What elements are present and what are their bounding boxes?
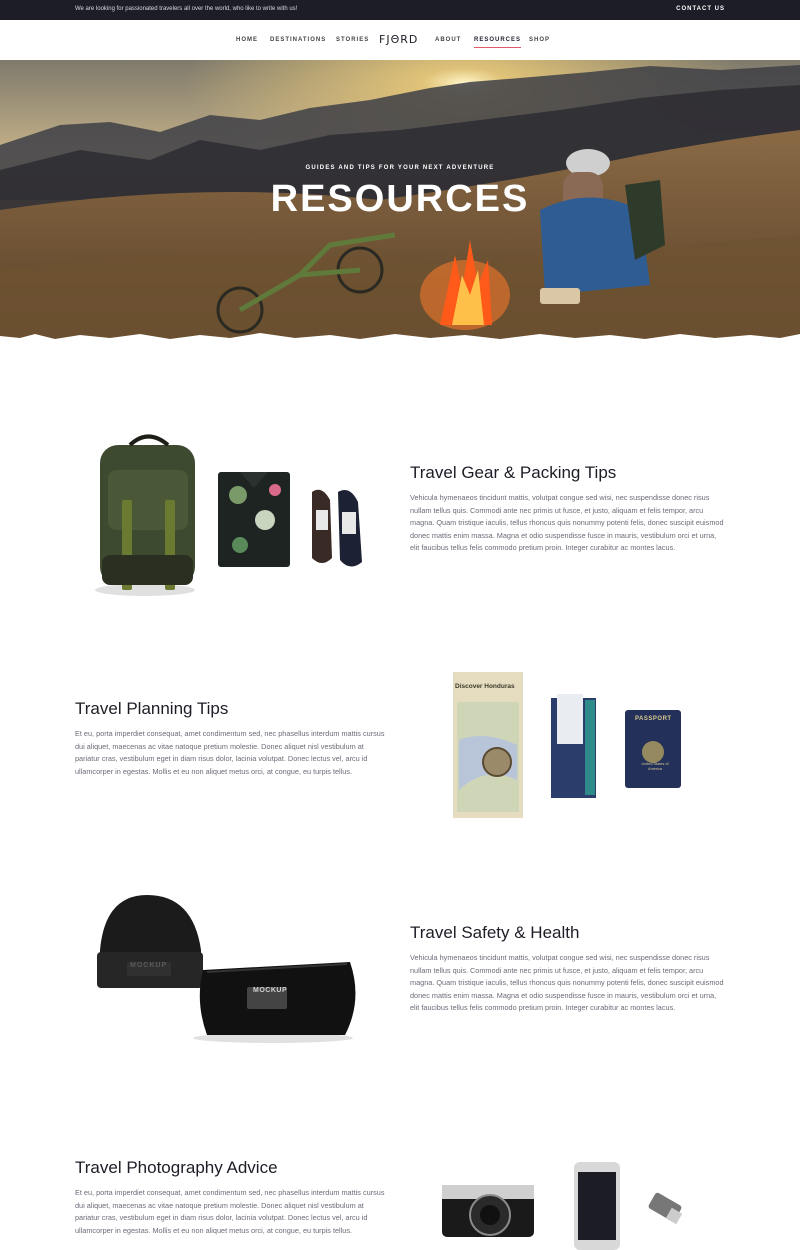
nav-item-shop[interactable]: SHOP bbox=[529, 37, 550, 43]
site-logo[interactable]: FJΘRD bbox=[379, 33, 418, 46]
top-announcement-bar: We are looking for passionated travelers… bbox=[0, 0, 800, 20]
beanie-brand-label: MOCKUP bbox=[130, 962, 168, 969]
nav-item-destinations[interactable]: DESTINATIONS bbox=[270, 37, 326, 43]
section-travel-gear: Travel Gear & Packing Tips Vehicula hyme… bbox=[0, 420, 800, 620]
packing-gear-illustration bbox=[95, 434, 362, 596]
camera-phone-usb-illustration bbox=[442, 1162, 683, 1250]
nav-item-home[interactable]: HOME bbox=[236, 37, 258, 43]
section-title: Travel Safety & Health bbox=[410, 923, 580, 942]
passport-country-label: United States of America bbox=[641, 762, 669, 771]
nav-item-about[interactable]: ABOUT bbox=[435, 37, 461, 43]
nav-item-resources[interactable]: RESOURCES bbox=[474, 37, 522, 48]
section-travel-photography: Travel Photography Advice Et eu, porta i… bbox=[0, 1150, 800, 1250]
contact-us-link[interactable]: CONTACT US bbox=[676, 6, 725, 12]
section-title: Travel Photography Advice bbox=[75, 1158, 278, 1177]
passport-cover-label: PASSPORT bbox=[635, 716, 672, 722]
announcement-text: We are looking for passionated travelers… bbox=[75, 6, 298, 12]
section-travel-safety: MOCKUP MOCKUP Travel Safety & Health Veh… bbox=[0, 880, 800, 1060]
section-body: Et eu, porta imperdiet consequat, amet c… bbox=[75, 1188, 385, 1235]
section-body: Vehicula hymenaeos tincidunt mattis, vol… bbox=[410, 493, 724, 553]
section-body: Et eu, porta imperdiet consequat, amet c… bbox=[75, 729, 385, 776]
map-title-label: Discover Honduras bbox=[455, 683, 515, 690]
hero-banner: GUIDES AND TIPS FOR YOUR NEXT ADVENTURE … bbox=[0, 60, 800, 345]
section-title: Travel Gear & Packing Tips bbox=[410, 463, 617, 482]
page-title: RESOURCES bbox=[270, 178, 530, 220]
nav-item-stories[interactable]: STORIES bbox=[336, 37, 369, 43]
section-travel-planning: Travel Planning Tips Et eu, porta imperd… bbox=[0, 665, 800, 825]
section-body: Vehicula hymenaeos tincidunt mattis, vol… bbox=[410, 953, 724, 1013]
hero-eyebrow: GUIDES AND TIPS FOR YOUR NEXT ADVENTURE bbox=[305, 165, 495, 171]
travel-documents-illustration bbox=[453, 672, 681, 818]
main-navigation: HOME DESTINATIONS STORIES FJΘRD ABOUT RE… bbox=[0, 20, 800, 60]
pouch-brand-label: MOCKUP bbox=[253, 987, 288, 994]
section-title: Travel Planning Tips bbox=[75, 699, 229, 718]
